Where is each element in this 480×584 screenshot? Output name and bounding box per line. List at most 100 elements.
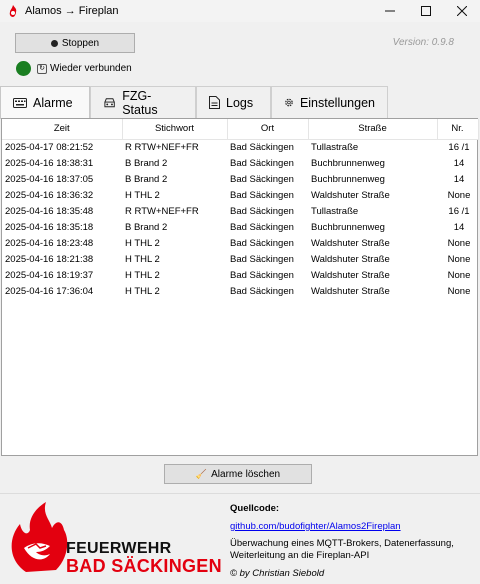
tab-label: FZG-Status bbox=[122, 88, 158, 117]
table-cell: B Brand 2 bbox=[125, 173, 168, 185]
table-cell: Bad Säckingen bbox=[230, 237, 294, 249]
clear-alarms-button[interactable]: 🧹 Alarme löschen bbox=[164, 464, 312, 484]
source-label: Quellcode: bbox=[230, 503, 280, 514]
tab-logs[interactable]: Logs bbox=[196, 86, 271, 118]
footer-divider bbox=[0, 493, 480, 494]
gear-icon bbox=[285, 98, 293, 107]
table-cell: 2025-04-16 18:19:37 bbox=[5, 269, 94, 281]
table-row[interactable]: 2025-04-17 08:21:52 R RTW+NEF+FR Bad Säcki… bbox=[2, 139, 478, 155]
table-cell: B Brand 2 bbox=[125, 221, 168, 233]
table-cell: H THL 2 bbox=[125, 269, 160, 281]
table-cell: Bad Säckingen bbox=[230, 285, 294, 297]
table-cell: 2025-04-16 18:36:32 bbox=[5, 189, 94, 201]
table-row[interactable]: 2025-04-16 18:38:31 B Brand 2 Bad Säckinge… bbox=[2, 155, 478, 171]
table-cell: 16 /1 bbox=[448, 205, 470, 217]
column-header-stichwort[interactable]: Stichwort bbox=[122, 119, 228, 140]
tab-label: Alarme bbox=[33, 96, 73, 110]
table-cell: Bad Säckingen bbox=[230, 173, 294, 185]
tab-alarme[interactable]: Alarme bbox=[0, 86, 90, 119]
tab-einstellungen[interactable]: Einstellungen bbox=[271, 86, 388, 118]
stop-button-label: Stoppen bbox=[61, 37, 100, 49]
table-cell: H THL 2 bbox=[125, 285, 160, 297]
table-row[interactable]: 2025-04-16 18:35:48 R RTW+NEF+FR Bad Säcki… bbox=[2, 203, 478, 219]
logo-text-line2: BAD SÄCKINGEN bbox=[66, 556, 222, 576]
table-cell: Bad Säckingen bbox=[230, 189, 294, 201]
clear-alarms-label: Alarme löschen bbox=[211, 468, 281, 480]
column-header-zeit[interactable]: Zeit bbox=[2, 119, 123, 140]
status-text: Wieder verbunden bbox=[50, 63, 132, 74]
table-row[interactable]: 2025-04-16 18:36:32 H THL 2 Bad Säckingen W… bbox=[2, 187, 478, 203]
table-cell: B Brand 2 bbox=[125, 157, 168, 169]
table-cell: R RTW+NEF+FR bbox=[125, 205, 199, 217]
column-header-ort[interactable]: Ort bbox=[227, 119, 309, 140]
table-cell: 2025-04-16 18:37:05 bbox=[5, 173, 94, 185]
window-title: Alamos → Fireplan bbox=[25, 5, 119, 17]
tab-label: Logs bbox=[226, 95, 254, 110]
about-section: Quellcode: github.com/budofighter/Alamos… bbox=[230, 503, 478, 579]
table-cell: 14 bbox=[453, 221, 465, 233]
minimize-icon bbox=[385, 10, 395, 12]
table-cell: H THL 2 bbox=[125, 189, 160, 201]
table-cell: 2025-04-16 18:35:48 bbox=[5, 205, 94, 217]
table-cell: Waldshuter Straße bbox=[311, 269, 390, 281]
close-button[interactable] bbox=[444, 0, 480, 22]
github-link[interactable]: github.com/budofighter/Alamos2Fireplan bbox=[230, 521, 478, 532]
stop-icon bbox=[50, 39, 58, 47]
table-cell: Buchbrunnenweg bbox=[311, 173, 385, 185]
tab-label: Einstellungen bbox=[299, 95, 375, 110]
table-cell: Bad Säckingen bbox=[230, 141, 294, 153]
author-text: © by Christian Siebold bbox=[230, 568, 325, 579]
reconnect-icon: ↻ bbox=[37, 63, 47, 74]
description-text: Überwachung eines MQTT-Brokers, Datenerf… bbox=[230, 538, 454, 561]
keyboard-icon bbox=[13, 98, 27, 108]
table-cell: None bbox=[447, 237, 471, 249]
table-cell: 2025-04-16 17:36:04 bbox=[5, 285, 94, 297]
column-header-strasse[interactable]: Straße bbox=[308, 119, 438, 140]
table-cell: Buchbrunnenweg bbox=[311, 157, 385, 169]
table-cell: 14 bbox=[453, 157, 465, 169]
table-row[interactable]: 2025-04-16 18:21:38 H THL 2 Bad Säckingen W… bbox=[2, 251, 478, 267]
tab-fzg-status[interactable]: FZG-Status bbox=[90, 86, 196, 118]
table-cell: Bad Säckingen bbox=[230, 221, 294, 233]
table-cell: Waldshuter Straße bbox=[311, 253, 390, 265]
table-cell: None bbox=[447, 189, 471, 201]
table-row[interactable]: 2025-04-16 17:36:04 H THL 2 Bad Säckingen W… bbox=[2, 283, 478, 299]
maximize-button[interactable] bbox=[408, 0, 444, 22]
table-cell: Tullastraße bbox=[311, 205, 359, 217]
table-cell: Bad Säckingen bbox=[230, 269, 294, 281]
table-cell: 2025-04-17 08:21:52 bbox=[5, 141, 94, 153]
broom-icon: 🧹 bbox=[195, 468, 208, 479]
tab-bar: Alarme FZG-Status Logs Einstellungen bbox=[0, 86, 388, 119]
vehicle-icon bbox=[104, 97, 115, 107]
stop-button[interactable]: Stoppen bbox=[15, 33, 135, 53]
table-cell: Bad Säckingen bbox=[230, 157, 294, 169]
table-cell: R RTW+NEF+FR bbox=[125, 141, 199, 153]
table-row[interactable]: 2025-04-16 18:23:48 H THL 2 Bad Säckingen W… bbox=[2, 235, 478, 251]
document-icon bbox=[209, 96, 220, 109]
table-cell: H THL 2 bbox=[125, 253, 160, 265]
table-cell: None bbox=[447, 285, 471, 297]
title-bar: Alamos → Fireplan bbox=[0, 0, 480, 22]
table-cell: Bad Säckingen bbox=[230, 253, 294, 265]
table-row[interactable]: 2025-04-16 18:19:37 H THL 2 Bad Säckingen W… bbox=[2, 267, 478, 283]
table-cell: None bbox=[447, 253, 471, 265]
alarm-table[interactable]: Zeit Stichwort Ort Straße Nr. 2025-04-17… bbox=[1, 118, 479, 456]
table-row[interactable]: 2025-04-16 18:35:18 B Brand 2 Bad Säckinge… bbox=[2, 219, 478, 235]
close-icon bbox=[457, 6, 467, 16]
table-cell: Waldshuter Straße bbox=[311, 285, 390, 297]
minimize-button[interactable] bbox=[372, 0, 408, 22]
connection-status: ↻ Wieder verbunden bbox=[16, 61, 132, 76]
column-header-nr[interactable]: Nr. bbox=[437, 119, 479, 140]
table-cell: None bbox=[447, 269, 471, 281]
version-label: Version: 0.9.8 bbox=[392, 37, 454, 48]
table-cell: 14 bbox=[453, 173, 465, 185]
table-cell: Waldshuter Straße bbox=[311, 189, 390, 201]
maximize-icon bbox=[421, 6, 431, 16]
table-row[interactable]: 2025-04-16 18:37:05 B Brand 2 Bad Säckinge… bbox=[2, 171, 478, 187]
status-indicator-icon bbox=[16, 61, 31, 76]
table-cell: 2025-04-16 18:38:31 bbox=[5, 157, 94, 169]
table-cell: Buchbrunnenweg bbox=[311, 221, 385, 233]
table-cell: 2025-04-16 18:21:38 bbox=[5, 253, 94, 265]
table-cell: Tullastraße bbox=[311, 141, 359, 153]
table-header: Zeit Stichwort Ort Straße Nr. bbox=[2, 119, 479, 140]
